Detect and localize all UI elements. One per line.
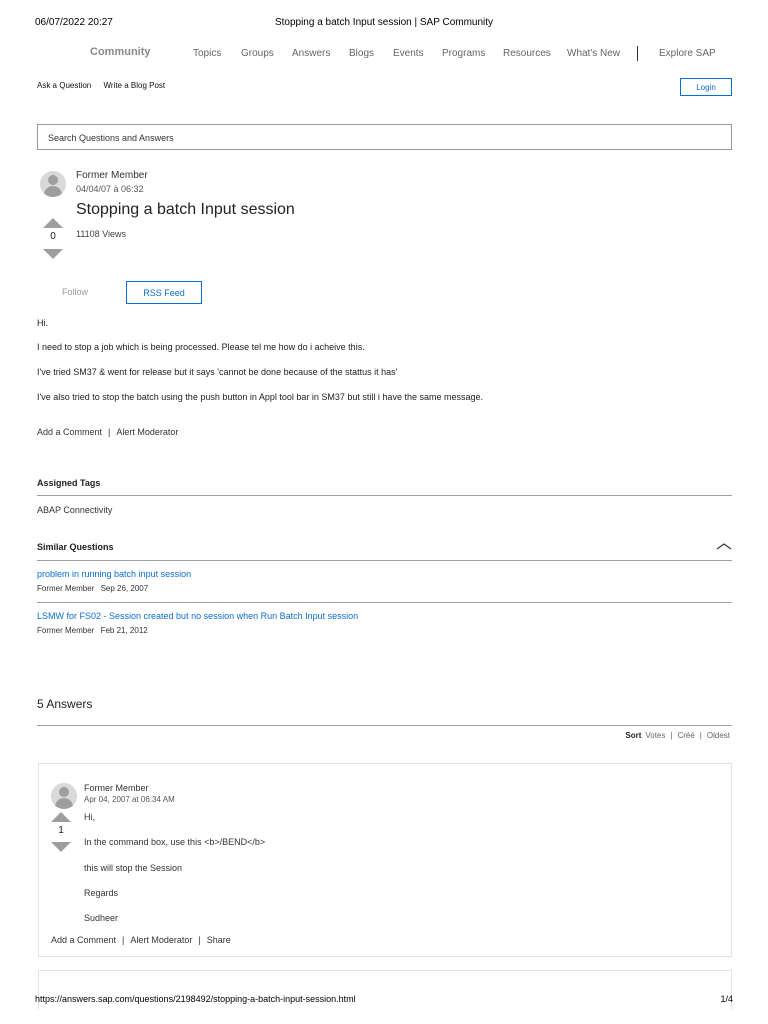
answer-actions: Add a Comment | Alert Moderator | Share [51, 935, 231, 945]
question-views: 11108 Views [76, 229, 127, 239]
similar-question-link[interactable]: problem in running batch input session [37, 569, 191, 579]
avatar-body-shape [44, 186, 62, 197]
question-upvote-icon[interactable] [43, 218, 63, 228]
sort-oldest[interactable]: Oldest [707, 731, 730, 740]
similar-question-meta: Former Member Sep 26, 2007 [37, 584, 148, 593]
answer-downvote-icon[interactable] [51, 842, 71, 852]
divider [37, 725, 732, 726]
share-link[interactable]: Share [207, 935, 231, 945]
write-blog-post-link[interactable]: Write a Blog Post [103, 81, 165, 90]
question-body-line: I need to stop a job which is being proc… [37, 342, 365, 352]
nav-programs[interactable]: Programs [442, 48, 485, 59]
nav-whats-new[interactable]: What's New [567, 48, 620, 59]
nav-answers[interactable]: Answers [292, 48, 330, 59]
chevron-up-icon[interactable] [716, 541, 732, 551]
separator: | [122, 935, 125, 945]
question-body-line: I've tried SM37 & went for release but i… [37, 367, 398, 377]
answer-vote-count: 1 [58, 825, 64, 836]
sub-nav: Ask a Question Write a Blog Post [37, 81, 175, 90]
alert-moderator-link[interactable]: Alert Moderator [130, 935, 192, 945]
tag-link[interactable]: ABAP Connectivity [37, 505, 112, 515]
nav-groups[interactable]: Groups [241, 48, 274, 59]
question-vote-count: 0 [50, 231, 56, 242]
alert-moderator-link[interactable]: Alert Moderator [116, 427, 178, 437]
question-actions: Add a Comment | Alert Moderator [37, 427, 178, 437]
answer-body-line: In the command box, use this <b>/BEND</b… [84, 837, 266, 847]
sort-votes[interactable]: Votes [645, 731, 665, 740]
rss-feed-button[interactable]: RSS Feed [126, 281, 202, 304]
similar-questions-heading: Similar Questions [37, 542, 114, 552]
answer-body-line: Sudheer [84, 913, 119, 923]
separator: | [108, 427, 111, 437]
answer-body-line: Regards [84, 888, 119, 898]
similar-question-date: Feb 21, 2012 [100, 626, 148, 635]
similar-question-link[interactable]: LSMW for FS02 - Session created but no s… [37, 611, 358, 621]
divider [37, 495, 732, 496]
nav-blogs[interactable]: Blogs [349, 48, 374, 59]
separator: | [699, 731, 702, 740]
separator: | [670, 731, 673, 740]
question-body-line: Hi. [37, 318, 48, 328]
add-comment-link[interactable]: Add a Comment [51, 935, 116, 945]
sort-controls: Sort Votes | Créé | Oldest [625, 731, 730, 740]
divider [37, 602, 732, 603]
question-downvote-icon[interactable] [43, 249, 63, 259]
question-author-avatar [40, 171, 66, 197]
divider [37, 560, 732, 561]
nav-topics[interactable]: Topics [193, 48, 221, 59]
question-title: Stopping a batch Input session [76, 201, 295, 218]
follow-button[interactable]: Follow [62, 287, 88, 297]
community-brand-link[interactable]: Community [90, 46, 151, 58]
print-url: https://answers.sap.com/questions/219849… [35, 994, 356, 1004]
print-header: 06/07/2022 20:27 Stopping a batch Input … [35, 17, 733, 31]
top-nav: Community Topics Groups Answers Blogs Ev… [0, 46, 768, 64]
assigned-tags-heading: Assigned Tags [37, 478, 101, 488]
print-footer: https://answers.sap.com/questions/219849… [35, 994, 733, 1008]
answer-upvote-icon[interactable] [51, 812, 71, 822]
question-body-line: I've also tried to stop the batch using … [37, 392, 483, 402]
question-date: 04/04/07 à 06:32 [76, 184, 144, 194]
answer-body-line: this will stop the Session [84, 863, 183, 873]
similar-question-meta: Former Member Feb 21, 2012 [37, 626, 148, 635]
avatar-head-shape [48, 175, 58, 185]
answer-author[interactable]: Former Member [84, 783, 149, 793]
sort-label: Sort [625, 731, 642, 740]
sort-created[interactable]: Créé [677, 731, 694, 740]
nav-resources[interactable]: Resources [503, 48, 551, 59]
nav-explore-sap[interactable]: Explore SAP [659, 48, 716, 59]
ask-question-link[interactable]: Ask a Question [37, 81, 91, 90]
separator: | [198, 935, 201, 945]
answer-body-line: Hi, [84, 812, 95, 822]
nav-events[interactable]: Events [393, 48, 424, 59]
search-input[interactable]: Search Questions and Answers [37, 124, 732, 150]
question-author[interactable]: Former Member [76, 170, 148, 181]
similar-question-author: Former Member [37, 626, 95, 635]
answer-author-avatar [51, 783, 77, 809]
answers-count-heading: 5 Answers [37, 697, 93, 711]
similar-question-author: Former Member [37, 584, 95, 593]
print-document-title: Stopping a batch Input session | SAP Com… [274, 17, 494, 28]
add-comment-link[interactable]: Add a Comment [37, 427, 102, 437]
avatar-head-shape [59, 787, 69, 797]
login-button[interactable]: Login [680, 78, 732, 96]
nav-divider [637, 46, 638, 61]
answer-date: Apr 04, 2007 at 06:34 AM [84, 795, 175, 804]
avatar-body-shape [55, 798, 73, 809]
print-page-number: 1/4 [720, 994, 733, 1004]
similar-question-date: Sep 26, 2007 [100, 584, 149, 593]
